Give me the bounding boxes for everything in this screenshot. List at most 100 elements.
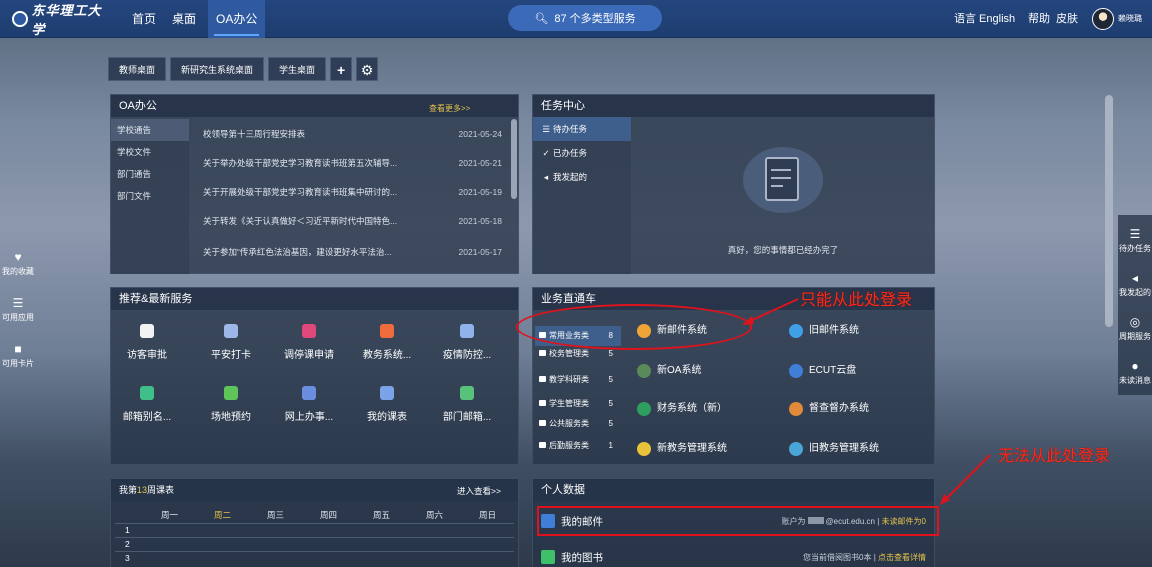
- books-detail-link[interactable]: 点击查看详情: [878, 553, 926, 562]
- unread-mail-count[interactable]: 未读邮件为0: [882, 517, 926, 526]
- tab-label: 已办任务: [553, 148, 588, 158]
- biz-category-common[interactable]: 常用业务类 8: [535, 326, 621, 346]
- tab-label: 待办任务: [553, 124, 588, 134]
- quick-pending-tasks[interactable]: ☰ 待办任务: [1117, 227, 1152, 254]
- oa-item-title: 关于转发《关于认真做好＜习近平新时代中国特色...: [203, 216, 398, 226]
- day-header: 周四: [320, 510, 338, 520]
- visitor-icon: [140, 324, 154, 338]
- language-switch[interactable]: 语言 English: [954, 0, 1015, 38]
- oa-category-school-files[interactable]: 学校文件: [111, 141, 189, 163]
- oa-scrollbar[interactable]: [511, 119, 517, 199]
- task-panel-title: 任务中心: [533, 95, 934, 117]
- mail-icon: [789, 324, 803, 338]
- add-desktop-icon[interactable]: +: [330, 57, 353, 81]
- nav-desktop[interactable]: 桌面: [164, 0, 204, 38]
- timetable-more-link[interactable]: 进入查看>>: [457, 485, 501, 497]
- list-item[interactable]: 关于转发《关于认真做好＜习近平新时代中国特色... 2021-05-18: [191, 210, 506, 233]
- avatar[interactable]: [1092, 8, 1114, 30]
- page-scrollbar[interactable]: [1105, 95, 1113, 327]
- sys-old-mail[interactable]: 旧邮件系统: [789, 320, 859, 342]
- sys-old-academic[interactable]: 旧教务管理系统: [789, 438, 879, 460]
- app-academic-system[interactable]: 教务系统...: [357, 324, 417, 361]
- side-label: 待办任务: [1119, 244, 1151, 253]
- personal-data-panel: 个人数据 我的邮件 账户为 @ecut.edu.cn | 未读邮件为0 我的图书 …: [532, 478, 935, 567]
- top-navigation-bar: 东华理工大学 首页 桌面 OA办公 🔍︎ 87 个多类型服务 语言 English…: [0, 0, 1152, 38]
- sys-finance[interactable]: 财务系统（新）: [637, 398, 727, 420]
- app-epidemic-control[interactable]: 疫情防控...: [437, 324, 497, 361]
- sys-cloud-disk[interactable]: ECUT云盘: [789, 360, 856, 382]
- favorites-button[interactable]: ♥ 我的收藏: [0, 250, 36, 277]
- annotation-cannot-login-here: 无法从此处登录: [998, 446, 1111, 465]
- help-link[interactable]: 帮助: [1028, 0, 1050, 38]
- app-online-affairs[interactable]: 网上办事...: [279, 386, 339, 423]
- category-count: 5: [608, 399, 613, 408]
- category-count: 1: [608, 441, 613, 450]
- task-tabs: ☰ 待办任务 ✓ 已办任务 ◂ 我发起的: [533, 117, 631, 274]
- side-label: 可用卡片: [2, 359, 34, 368]
- list-item[interactable]: 关于开展处级干部党史学习教育读书班集中研讨的... 2021-05-19: [191, 181, 506, 204]
- tab-teacher-desktop[interactable]: 教师桌面: [108, 57, 167, 81]
- available-apps-button[interactable]: ☰ 可用应用: [0, 296, 36, 323]
- system-label: 旧教务管理系统: [809, 443, 879, 454]
- gear-icon[interactable]: ⚙: [356, 57, 379, 81]
- biz-category-students[interactable]: 学生管理类 5: [535, 394, 621, 414]
- app-venue-booking[interactable]: 场地预约: [201, 386, 261, 423]
- right-quick-bar: ☰ 待办任务 ◂ 我发起的 ◎ 周期服务 ● 未读消息: [1118, 215, 1152, 395]
- app-my-timetable[interactable]: 我的课表: [357, 386, 417, 423]
- nav-oa[interactable]: OA办公: [208, 0, 266, 38]
- mail-domain: @ecut.edu.cn: [825, 516, 875, 526]
- sys-new-oa[interactable]: 新OA系统: [637, 360, 701, 382]
- oa-more-link[interactable]: 查看更多>>: [429, 103, 470, 114]
- clipboard-icon: [743, 147, 823, 213]
- quick-unread-messages[interactable]: ● 未读消息: [1117, 359, 1152, 386]
- category-label: 校务管理类: [549, 349, 589, 358]
- sys-new-academic[interactable]: 新教务管理系统: [637, 438, 727, 460]
- app-class-adjust[interactable]: 调停课申请: [279, 324, 339, 361]
- user-name[interactable]: 赖晓璐: [1118, 0, 1142, 38]
- oa-item-date: 2021-05-17: [458, 247, 502, 257]
- list-item[interactable]: 校领导第十三周行程安排表 2021-05-24: [191, 123, 506, 146]
- tab-pending-tasks[interactable]: ☰ 待办任务: [533, 117, 631, 141]
- biz-category-admin[interactable]: 校务管理类 5: [535, 344, 621, 364]
- app-label: 部门邮箱...: [442, 412, 492, 423]
- oa-category-school-notice[interactable]: 学校通告: [111, 119, 189, 141]
- side-label: 我的收藏: [2, 267, 34, 276]
- redacted-account: [807, 516, 824, 524]
- biz-category-public[interactable]: 公共服务类 5: [535, 414, 621, 434]
- quick-cycle-service[interactable]: ◎ 周期服务: [1117, 315, 1152, 342]
- sys-supervision[interactable]: 督查督办系统: [789, 398, 869, 420]
- tab-label: 我发起的: [553, 172, 588, 182]
- folder-icon: [539, 442, 546, 448]
- nav-home[interactable]: 首页: [124, 0, 164, 38]
- my-books-label: 我的图书: [561, 551, 603, 564]
- list-item[interactable]: 关于参加“传承红色法治基因，建设更好水平法治... 2021-05-17: [191, 241, 506, 264]
- app-mail-alias[interactable]: 邮箱别名...: [117, 386, 177, 423]
- quick-initiated[interactable]: ◂ 我发起的: [1117, 271, 1152, 298]
- university-logo[interactable]: 东华理工大学: [12, 4, 112, 38]
- shield-icon: [460, 324, 474, 338]
- app-visitor-approval[interactable]: 访客审批: [117, 324, 177, 361]
- biz-category-logistics[interactable]: 后勤服务类 1: [535, 436, 621, 456]
- available-cards-button[interactable]: ■ 可用卡片: [0, 342, 36, 369]
- tab-student-desktop[interactable]: 学生桌面: [268, 57, 327, 81]
- my-mail-label: 我的邮件: [561, 515, 603, 528]
- initiate-icon: ◂: [543, 172, 549, 182]
- sys-new-mail[interactable]: 新邮件系统: [637, 320, 707, 342]
- tab-graduate-desktop[interactable]: 新研究生系统桌面: [170, 57, 265, 81]
- list-item[interactable]: 关于举办处级干部党史学习教育读书班第五次辅导... 2021-05-21: [191, 152, 506, 175]
- skin-link[interactable]: 皮肤: [1056, 0, 1078, 38]
- app-health-checkin[interactable]: 平安打卡: [201, 324, 261, 361]
- my-books-row[interactable]: 我的图书 您当前借阅图书0本 | 点击查看详情: [541, 545, 930, 567]
- biz-category-teaching[interactable]: 教学科研类 5: [535, 370, 621, 390]
- tab-initiated-tasks[interactable]: ◂ 我发起的: [533, 165, 631, 189]
- timetable-title-suffix: 周课表: [147, 485, 175, 495]
- check-icon: ✓: [542, 148, 550, 158]
- my-mail-row[interactable]: 我的邮件 账户为 @ecut.edu.cn | 未读邮件为0: [541, 509, 930, 533]
- app-dept-mailbox[interactable]: 部门邮箱...: [437, 386, 497, 423]
- oa-category-dept-notice[interactable]: 部门通告: [111, 163, 189, 185]
- folder-icon: [539, 420, 546, 426]
- service-search[interactable]: 🔍︎ 87 个多类型服务: [508, 5, 662, 31]
- timetable-icon: [380, 386, 394, 400]
- tab-done-tasks[interactable]: ✓ 已办任务: [533, 141, 631, 165]
- oa-category-dept-files[interactable]: 部门文件: [111, 185, 189, 207]
